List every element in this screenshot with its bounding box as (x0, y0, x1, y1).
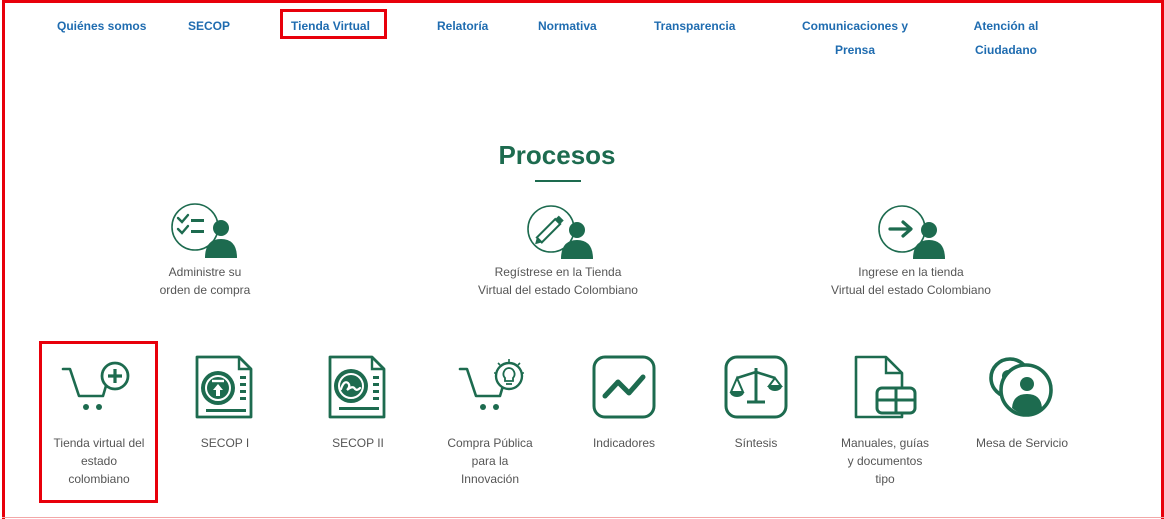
document-upload-icon[interactable] (194, 354, 256, 420)
pencil-user-icon[interactable] (523, 203, 595, 259)
service-secop2-line1: SECOP II (332, 436, 384, 450)
main-nav: Quiénes somos SECOP Tienda Virtual Relat… (0, 0, 1164, 60)
process-ingrese-label[interactable]: Ingrese en la tienda Virtual del estado … (795, 263, 1027, 299)
document-signature-icon[interactable] (327, 354, 389, 420)
service-mesa-label[interactable]: Mesa de Servicio (960, 434, 1084, 452)
service-sintesis-line1: Síntesis (734, 436, 778, 450)
bottom-border (2, 517, 1164, 518)
process-registrese-line2: Virtual del estado Colombiano (478, 283, 638, 297)
nav-atencion-line1: Atención al (973, 19, 1039, 33)
nav-highlight-box (280, 9, 387, 39)
nav-comunicaciones-line1: Comunicaciones y (801, 19, 909, 33)
nav-relatoria[interactable]: Relatoría (437, 16, 488, 36)
scales-icon[interactable] (723, 354, 789, 420)
service-mesa-line1: Mesa de Servicio (975, 436, 1069, 450)
line-chart-icon[interactable] (591, 354, 657, 420)
nav-normativa[interactable]: Normativa (538, 16, 597, 36)
nav-comunicaciones-line2: Prensa (834, 43, 876, 57)
nav-secop[interactable]: SECOP (188, 16, 230, 36)
process-administre-label[interactable]: Administre su orden de compra (120, 263, 290, 299)
nav-transparencia[interactable]: Transparencia (654, 16, 735, 36)
process-registrese-label[interactable]: Regístrese en la Tienda Virtual del esta… (440, 263, 676, 299)
service-manuales-line2: y documentos (847, 454, 923, 468)
document-grid-icon[interactable] (853, 354, 919, 420)
service-secop1-label[interactable]: SECOP I (175, 434, 275, 452)
arrow-user-icon[interactable] (876, 203, 948, 259)
process-administre-line1: Administre su (168, 265, 242, 279)
service-compra-line1: Compra Pública (447, 436, 533, 450)
support-user-icon[interactable] (988, 356, 1054, 418)
service-manuales-line1: Manuales, guías (840, 436, 930, 450)
service-secop1-line1: SECOP I (200, 436, 250, 450)
service-compra-line3: Innovación (460, 472, 520, 486)
nav-comunicaciones[interactable]: Comunicaciones y Prensa (795, 16, 915, 60)
nav-atencion-line2: Ciudadano (975, 43, 1037, 57)
service-highlight-box (39, 341, 158, 503)
section-title: Procesos (498, 140, 616, 170)
service-sintesis-label[interactable]: Síntesis (706, 434, 806, 452)
process-registrese-line1: Regístrese en la Tienda (494, 265, 622, 279)
process-ingrese-line1: Ingrese en la tienda (858, 265, 964, 279)
service-indicadores-label[interactable]: Indicadores (574, 434, 674, 452)
cart-lightbulb-icon[interactable] (458, 358, 530, 416)
title-underline (535, 180, 581, 182)
service-compra-label[interactable]: Compra Pública para la Innovación (428, 434, 552, 488)
process-administre-line2: orden de compra (159, 283, 251, 297)
service-secop2-label[interactable]: SECOP II (308, 434, 408, 452)
nav-quienes-somos[interactable]: Quiénes somos (57, 16, 146, 36)
nav-atencion[interactable]: Atención al Ciudadano (966, 16, 1046, 60)
service-compra-line2: para la (471, 454, 509, 468)
service-manuales-label[interactable]: Manuales, guías y documentos tipo (825, 434, 945, 488)
process-ingrese-line2: Virtual del estado Colombiano (831, 283, 991, 297)
service-indicadores-line1: Indicadores (592, 436, 656, 450)
service-manuales-line3: tipo (875, 472, 895, 486)
checklist-user-icon[interactable] (167, 202, 239, 258)
